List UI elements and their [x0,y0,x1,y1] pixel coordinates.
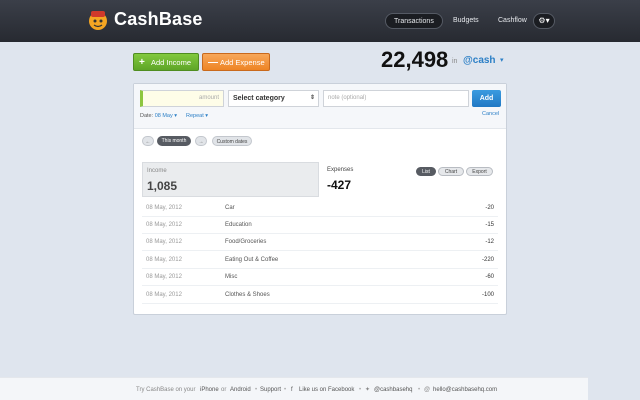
repeat-selector[interactable]: Repeat ▾ [186,113,208,119]
income-value: 1,085 [147,179,178,193]
footer-support-link[interactable]: Support [260,385,281,395]
next-period-button[interactable]: → [195,136,207,146]
view-chart-button[interactable]: Chart [438,167,464,176]
table-row[interactable]: 08 May, 2012 Eating Out & Coffee -220 [142,252,498,269]
view-list-button[interactable]: List [416,167,436,176]
add-button[interactable]: Add [472,90,501,107]
row-category: Car [225,205,235,211]
row-date: 08 May, 2012 [146,292,182,298]
row-amount: -100 [481,292,494,298]
prev-period-button[interactable]: ← [142,136,154,146]
row-category: Eating Out & Coffee [225,257,279,263]
minus-icon: — [208,57,218,68]
date-selector[interactable]: Date: 08 May ▾ [140,113,177,119]
app-name[interactable]: CashBase [114,9,203,30]
select-arrows-icon: ⇕ [309,95,315,101]
date-label: Date: [140,113,154,119]
export-button[interactable]: Export [466,167,493,176]
expenses-value: -427 [327,178,352,192]
twitter-icon: ✦ [365,387,371,393]
row-category: Food/Groceries [225,239,267,245]
row-amount: -220 [481,257,494,263]
row-amount: -12 [485,239,494,245]
add-income-button[interactable]: + Add Income [133,53,199,71]
facebook-icon: f [291,387,293,393]
row-date: 08 May, 2012 [146,222,182,228]
chevron-down-icon: ▾ [545,16,550,25]
footer-twitter-link[interactable]: @cashbasehq [374,385,412,395]
footer-separator: • [418,387,421,393]
nav-transactions[interactable]: Transactions [385,13,443,29]
category-select[interactable]: Select category ⇕ [228,90,319,107]
table-row[interactable]: 08 May, 2012 Car -20 [142,200,498,217]
table-row[interactable]: 08 May, 2012 Food/Groceries -12 [142,234,498,251]
footer-separator: • [255,387,258,393]
plus-icon: + [139,57,145,68]
amount-input[interactable]: amount [140,90,224,107]
row-category: Misc [225,274,238,280]
settings-menu[interactable]: ⚙▾ [533,13,555,29]
repeat-label: Repeat [186,113,204,119]
table-row[interactable]: 08 May, 2012 Misc -60 [142,269,498,286]
footer [0,377,588,400]
email-icon: @ [424,387,431,393]
balance-in-label: in [452,58,458,65]
footer-or-text: or [221,387,227,393]
chevron-down-icon: ▾ [203,113,209,119]
add-expense-label: Add Expense [220,58,265,67]
row-category: Education [225,222,252,228]
table-row[interactable]: 08 May, 2012 Clothes & Shoes -100 [142,287,498,304]
footer-facebook-link[interactable]: Like us on Facebook [299,385,354,395]
table-row[interactable]: 08 May, 2012 Education -15 [142,217,498,234]
expenses-label: Expenses [327,167,354,173]
footer-email-link[interactable]: hello@cashbasehq.com [433,385,497,395]
footer-separator: • [284,387,287,393]
row-date: 08 May, 2012 [146,274,182,280]
row-amount: -15 [485,222,494,228]
nav-cashflow[interactable]: Cashflow [490,13,535,29]
cancel-link[interactable]: Cancel [482,111,499,117]
footer-iphone-link[interactable]: iPhone [200,385,219,395]
row-date: 08 May, 2012 [146,239,182,245]
logo-icon[interactable] [86,8,110,32]
balance-value: 22,498 [381,47,449,72]
this-month-button[interactable]: This month [157,136,191,146]
note-input[interactable]: note (optional) [323,90,469,107]
row-date: 08 May, 2012 [146,205,182,211]
add-expense-button[interactable]: — Add Expense [202,53,270,71]
entry-form: amount Select category ⇕ note (optional)… [134,84,506,129]
income-label: Income [147,168,167,174]
add-income-label: Add Income [151,58,192,67]
row-category: Clothes & Shoes [225,292,270,298]
row-date: 08 May, 2012 [146,257,182,263]
chevron-down-icon: ▾ [172,113,178,119]
custom-dates-button[interactable]: Custom dates [212,136,252,146]
nav-budgets[interactable]: Budgets [445,13,487,29]
category-value: Select category [233,95,285,102]
footer-try-text: Try CashBase on your [136,387,196,393]
footer-android-link[interactable]: Android [230,385,251,395]
row-amount: -20 [485,205,494,211]
gear-icon: ⚙ [538,16,546,25]
income-summary[interactable]: Income 1,085 [142,162,319,197]
row-amount: -60 [485,274,494,280]
date-value: 08 May [154,113,173,119]
footer-separator: • [359,387,362,393]
chevron-down-icon[interactable]: ▾ [500,56,504,64]
account-selector[interactable]: @cash [463,55,496,66]
